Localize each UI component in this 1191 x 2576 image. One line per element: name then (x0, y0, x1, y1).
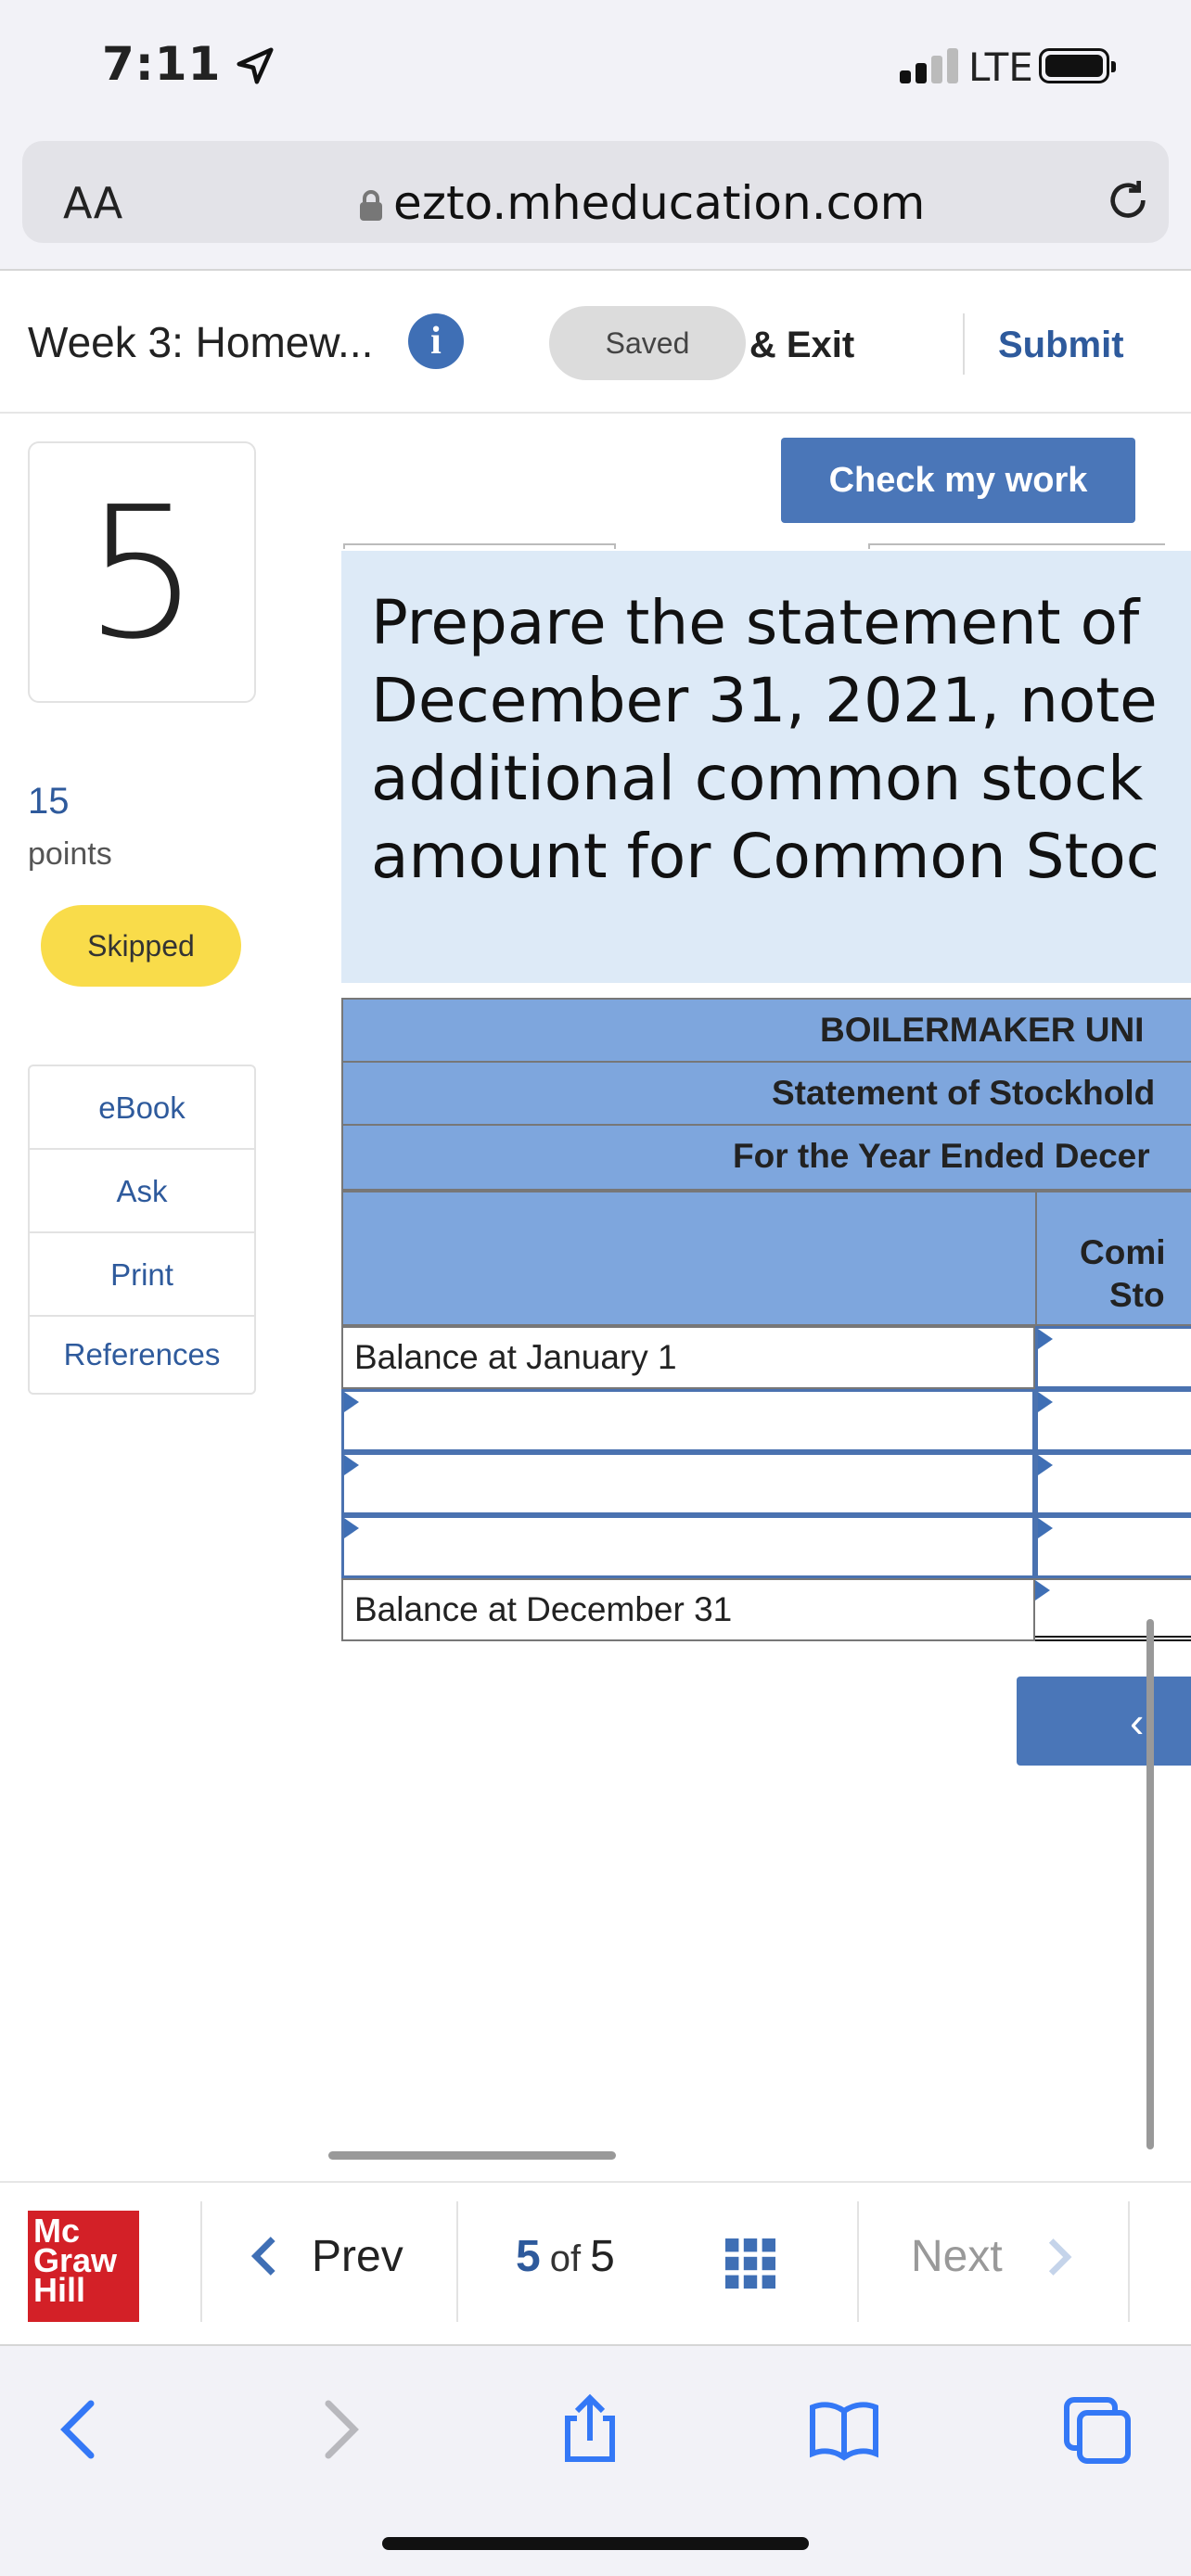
row-label-dropdown[interactable] (341, 1389, 1035, 1452)
tab-outline (868, 543, 1165, 549)
points-label: points (28, 836, 112, 872)
table-title-header: Statement of Stockhold (341, 1061, 1191, 1124)
check-my-work-button[interactable]: Check my work (781, 438, 1135, 523)
question-number: 5 (28, 441, 256, 703)
table-nav-button[interactable]: ‹ (1017, 1677, 1191, 1766)
row-label-dropdown[interactable] (341, 1515, 1035, 1578)
references-link[interactable]: References (30, 1317, 254, 1393)
amount-input[interactable] (1035, 1452, 1191, 1515)
location-arrow-icon (237, 47, 274, 84)
ebook-link[interactable]: eBook (30, 1066, 254, 1150)
saved-toast: Saved (549, 306, 746, 380)
column-header-common-stock-2: Sto (1109, 1276, 1165, 1314)
tab-outline (343, 543, 616, 549)
footer-divider (1128, 2201, 1130, 2322)
bookmarks-icon[interactable] (807, 2392, 881, 2467)
amount-input[interactable] (1035, 1389, 1191, 1452)
row-label-dropdown[interactable] (341, 1452, 1035, 1515)
column-header-common-stock: Comi (1080, 1233, 1166, 1271)
home-indicator[interactable] (382, 2537, 809, 2550)
amount-input[interactable] (1035, 1326, 1191, 1389)
table-row: Balance at December 31 (341, 1578, 1191, 1641)
question-prompt: Prepare the statement of December 31, 20… (341, 551, 1191, 983)
prompt-line: amount for Common Stoc (371, 821, 1160, 892)
prev-button[interactable]: Prev (250, 2227, 445, 2292)
lock-icon (360, 190, 382, 221)
total-input[interactable] (1035, 1578, 1191, 1641)
table-period-header: For the Year Ended Decer (341, 1124, 1191, 1191)
chevron-right-icon (1048, 2238, 1072, 2276)
network-type: LTE (968, 45, 1033, 90)
chevron-left-icon (250, 2237, 275, 2276)
vertical-scrollbar[interactable] (1146, 1619, 1154, 2149)
table-row: Balance at January 1 (341, 1326, 1191, 1389)
prompt-line: Prepare the statement of (371, 587, 1140, 658)
table-company-header: BOILERMAKER UNI (341, 998, 1191, 1061)
page-indicator: 5 of 5 (516, 2232, 615, 2281)
share-icon[interactable] (553, 2392, 627, 2467)
status-time: 7:11 (102, 37, 222, 91)
row-label-balance-jan1: Balance at January 1 (341, 1326, 1035, 1389)
print-link[interactable]: Print (30, 1233, 254, 1317)
chevron-left-icon: ‹ (1130, 1698, 1145, 1746)
reload-icon[interactable] (1102, 174, 1154, 226)
info-icon[interactable]: i (408, 313, 464, 369)
browser-toolbar: AA ezto.mheducation.com (0, 130, 1191, 271)
ask-link[interactable]: Ask (30, 1150, 254, 1233)
text-size-button[interactable]: AA (63, 178, 122, 228)
battery-icon (1039, 48, 1116, 83)
prompt-line: additional common stock (371, 743, 1144, 814)
forward-icon[interactable] (302, 2392, 377, 2467)
points-value: 15 (28, 781, 70, 822)
address-bar[interactable]: AA ezto.mheducation.com (22, 141, 1169, 243)
prompt-line: December 31, 2021, note (371, 665, 1158, 736)
header-divider (963, 313, 965, 375)
table-row (341, 1515, 1191, 1578)
table-row (341, 1389, 1191, 1452)
footer-divider (200, 2201, 202, 2322)
stockholders-equity-table: BOILERMAKER UNI Statement of Stockhold F… (341, 998, 1191, 1649)
amount-input[interactable] (1035, 1515, 1191, 1578)
back-icon[interactable] (43, 2392, 117, 2467)
tabs-icon[interactable] (1059, 2392, 1133, 2467)
submit-button[interactable]: Submit (998, 325, 1124, 366)
horizontal-scrollbar[interactable] (328, 2151, 616, 2160)
grid-icon[interactable] (725, 2238, 775, 2289)
status-badge: Skipped (41, 905, 241, 987)
footer-divider (857, 2201, 859, 2322)
mcgraw-hill-logo: Mc Graw Hill (28, 2211, 139, 2322)
assignment-header: Week 3: Homew... i ave & Exit Saved Subm… (0, 273, 1191, 414)
status-bar: 7:11 LTE (0, 0, 1191, 130)
row-label-balance-dec31: Balance at December 31 (341, 1578, 1035, 1641)
next-button[interactable]: Next (911, 2227, 1087, 2292)
column-header-row: Comi Sto (341, 1191, 1191, 1328)
table-row (341, 1452, 1191, 1515)
url-text[interactable]: ezto.mheducation.com (393, 176, 925, 230)
footer-divider (456, 2201, 458, 2322)
signal-bars-icon (900, 48, 963, 83)
question-footer: Mc Graw Hill Prev 5 of 5 Next (0, 2181, 1191, 2344)
assignment-title: Week 3: Homew... (28, 318, 374, 366)
resources-panel: eBook Ask Print References (28, 1065, 256, 1395)
